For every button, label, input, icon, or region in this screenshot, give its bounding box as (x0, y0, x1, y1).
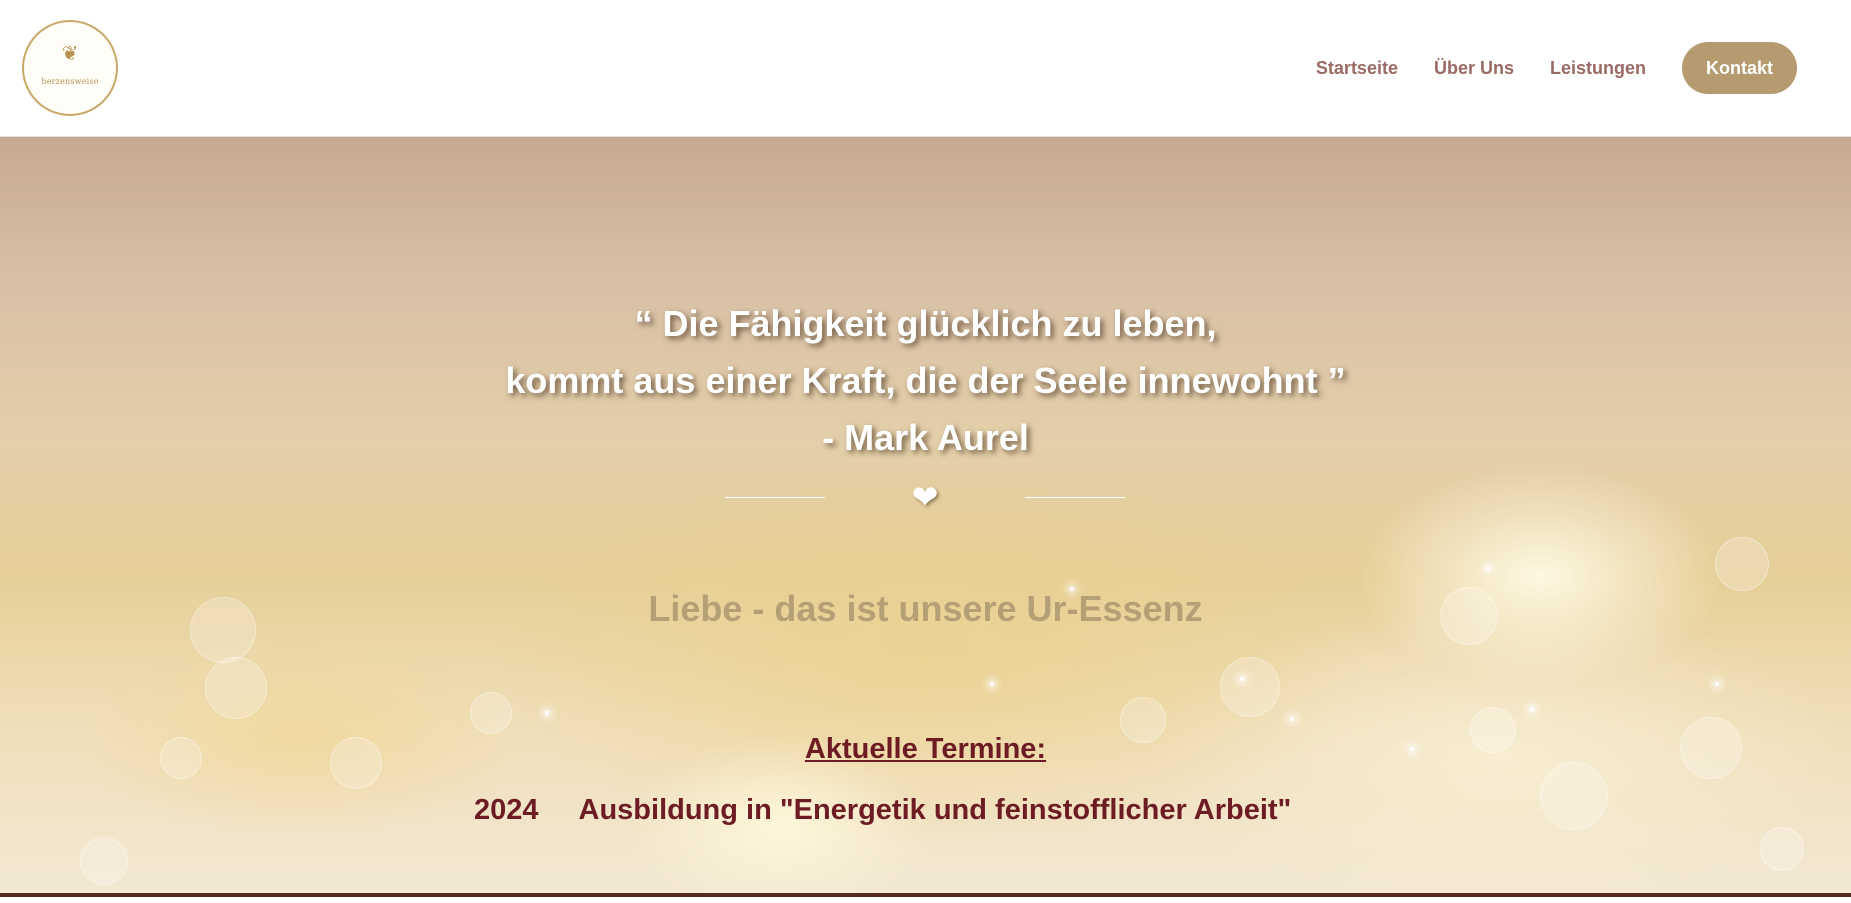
bokeh-decoration (1220, 657, 1280, 717)
bokeh-decoration (1540, 762, 1608, 830)
kontakt-button[interactable]: Kontakt (1682, 42, 1797, 94)
main-nav: Startseite Über Uns Leistungen Kontakt (1280, 42, 1797, 94)
sparkle-decoration (990, 682, 994, 686)
event-item: 2024 Ausbildung in "Energetik und feinst… (474, 792, 1291, 828)
bokeh-decoration (80, 837, 128, 885)
event-year: 2024 (474, 794, 539, 826)
hero-section: “ Die Fähigkeit glücklich zu leben, komm… (0, 137, 1851, 897)
bokeh-decoration (1760, 827, 1804, 871)
bokeh-decoration (205, 657, 267, 719)
heart-icon: ❤ (911, 479, 939, 515)
quote-author: - Mark Aurel (822, 417, 1029, 458)
event-title: Ausbildung in "Energetik und feinstoffli… (578, 794, 1292, 826)
tagline: Liebe - das ist unsere Ur-Essenz (648, 588, 1203, 629)
nav-startseite[interactable]: Startseite (1316, 58, 1398, 79)
sparkle-decoration (545, 711, 549, 715)
sparkle-decoration (1290, 717, 1294, 721)
sparkle-decoration (1715, 682, 1719, 686)
logo[interactable]: ❦ herzensweise (22, 20, 118, 116)
divider-line-left (725, 497, 825, 498)
bokeh-decoration (470, 692, 512, 734)
site-header: ❦ herzensweise Startseite Über Uns Leist… (0, 0, 1851, 137)
double-heart-icon: ❦ (61, 43, 79, 65)
sparkle-decoration (1240, 677, 1244, 681)
divider-line-right (1025, 497, 1125, 498)
sparkle-decoration (1486, 567, 1490, 571)
nav-ueber-uns[interactable]: Über Uns (1434, 58, 1514, 79)
nav-leistungen[interactable]: Leistungen (1550, 58, 1646, 79)
quote-line-2: kommt aus einer Kraft, die der Seele inn… (505, 360, 1346, 401)
events-heading: Aktuelle Termine: (804, 733, 1047, 765)
section-divider (0, 893, 1851, 897)
sparkle-decoration (1530, 707, 1534, 711)
quote-line-1: “ Die Fähigkeit glücklich zu leben, (634, 303, 1217, 344)
bokeh-decoration (1715, 537, 1769, 591)
logo-text: herzensweise (41, 77, 99, 86)
